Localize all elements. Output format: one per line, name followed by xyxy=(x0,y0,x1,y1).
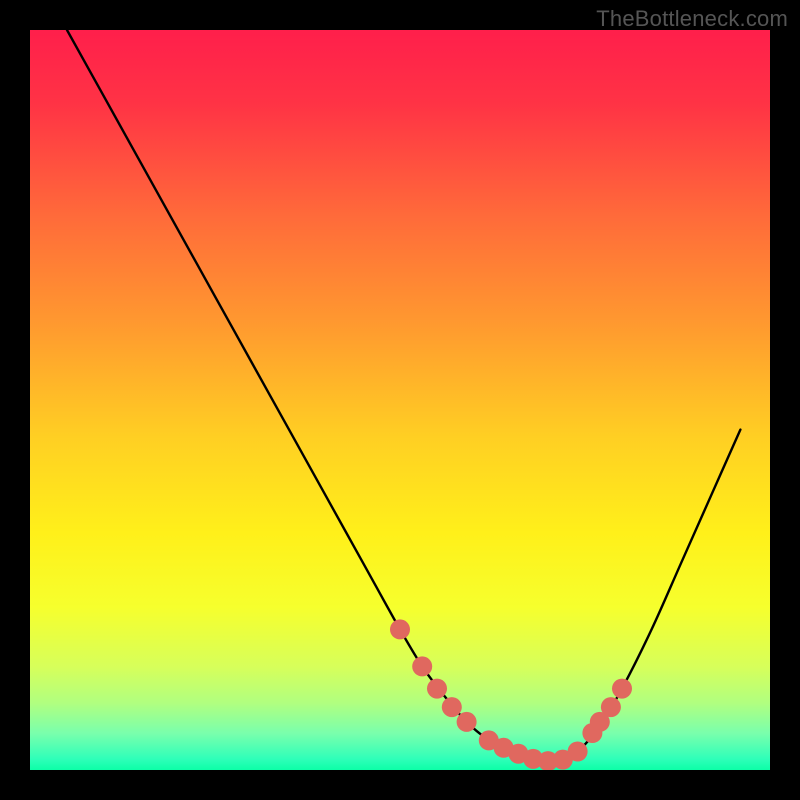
chart-background xyxy=(30,30,770,770)
data-point xyxy=(457,712,477,732)
watermark-text: TheBottleneck.com xyxy=(596,6,788,32)
plot-area xyxy=(30,30,770,770)
data-point xyxy=(612,679,632,699)
data-point xyxy=(390,619,410,639)
data-point xyxy=(427,679,447,699)
chart-frame: TheBottleneck.com xyxy=(0,0,800,800)
data-point xyxy=(412,656,432,676)
data-point xyxy=(601,697,621,717)
data-point xyxy=(442,697,462,717)
data-point xyxy=(568,742,588,762)
chart-svg xyxy=(30,30,770,770)
